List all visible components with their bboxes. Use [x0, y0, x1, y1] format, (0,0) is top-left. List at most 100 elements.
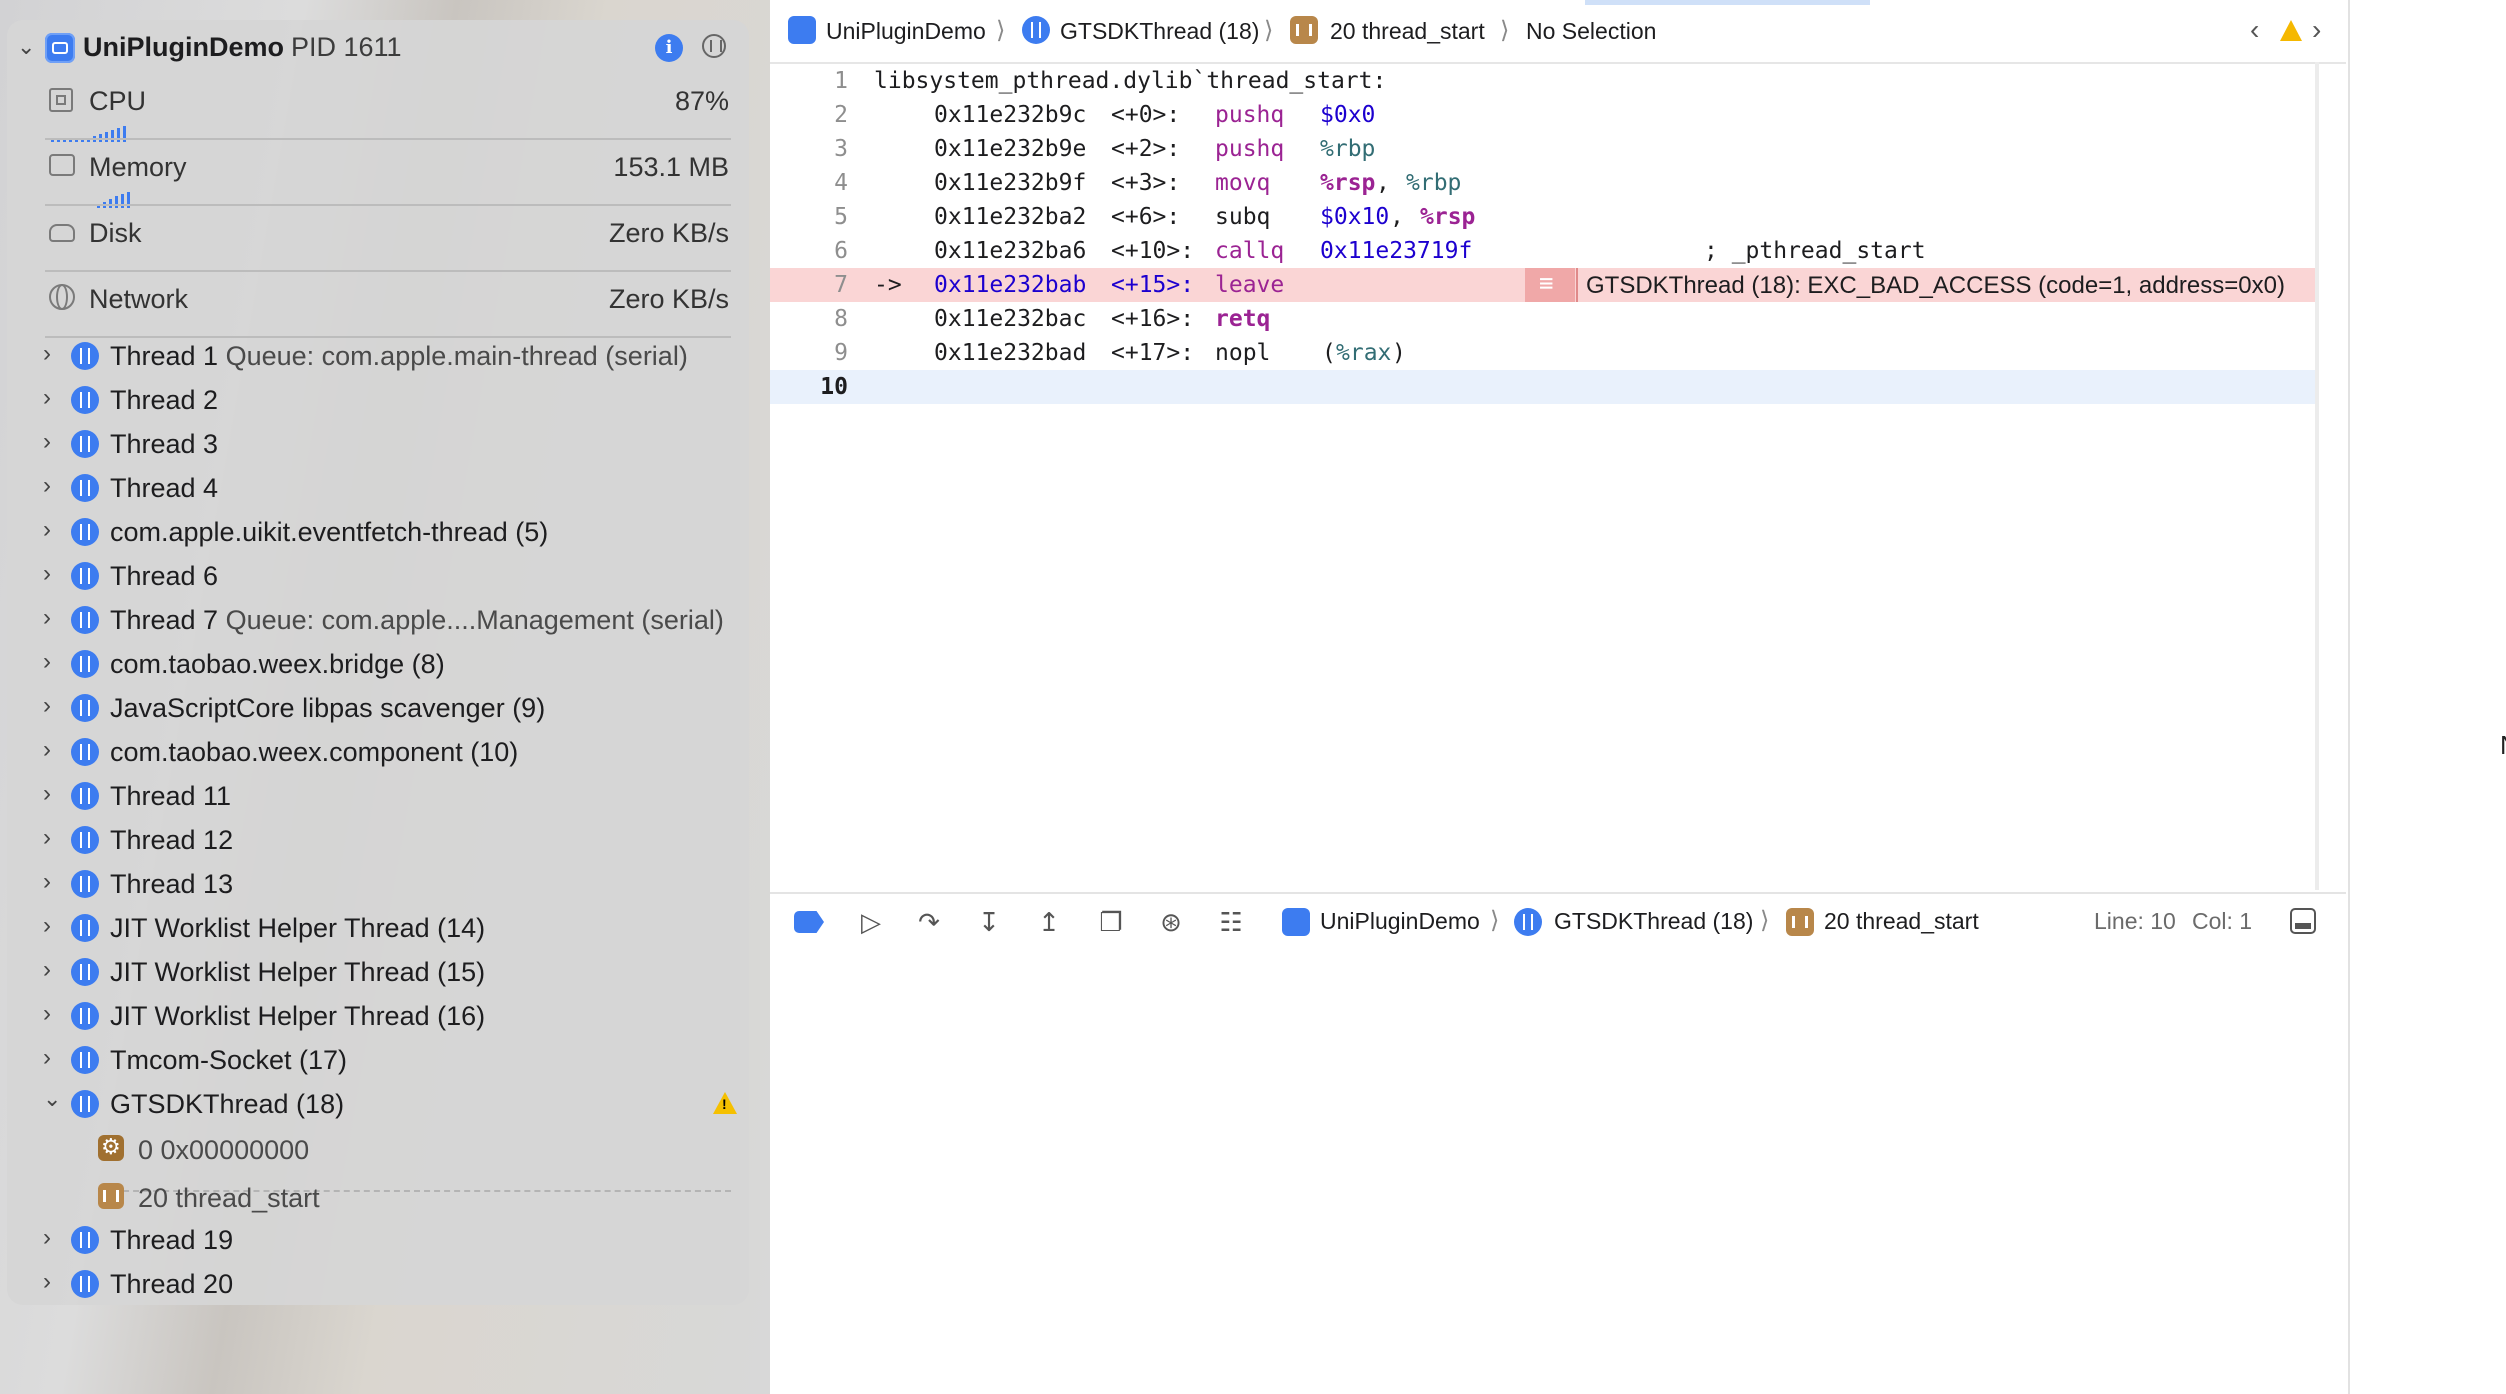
step-out-icon[interactable]: ↥ — [1034, 908, 1064, 936]
gauge-cpu[interactable]: CPU 87% — [27, 76, 749, 142]
thread-row[interactable]: › Thread 3 — [7, 422, 749, 466]
jumpbar-app[interactable]: UniPluginDemo — [826, 18, 986, 45]
thread-row[interactable]: › com.taobao.weex.bridge (8) — [7, 642, 749, 686]
debugbar-app[interactable]: UniPluginDemo — [1320, 908, 1480, 935]
info-icon[interactable]: i — [655, 34, 683, 62]
step-into-icon[interactable]: ↧ — [974, 908, 1004, 936]
thread-label: Thread 3 — [110, 429, 219, 459]
chevron-right-icon[interactable]: › — [43, 692, 51, 720]
library-icon — [1290, 16, 1318, 44]
thread-icon — [71, 1002, 99, 1030]
jumpbar-thread[interactable]: GTSDKThread (18) — [1060, 18, 1259, 45]
chevron-right-icon[interactable]: › — [43, 340, 51, 368]
instr-opcode: leave — [1215, 272, 1285, 298]
chevron-right-icon[interactable]: › — [43, 1268, 51, 1296]
thread-row[interactable]: › com.taobao.weex.component (10) — [7, 730, 749, 774]
process-name: UniPluginDemo — [83, 32, 284, 62]
chevron-right-icon[interactable]: › — [43, 824, 51, 852]
chevron-right-icon[interactable]: › — [43, 428, 51, 456]
thread-row[interactable]: › Thread 6 — [7, 554, 749, 598]
chevron-right-icon[interactable]: › — [43, 1224, 51, 1252]
thread-icon — [71, 826, 99, 854]
thread-icon — [71, 1270, 99, 1298]
gauge-memory[interactable]: Memory 153.1 MB — [27, 142, 749, 208]
thread-row[interactable]: › JIT Worklist Helper Thread (14) — [7, 906, 749, 950]
vertical-scrollbar[interactable] — [2315, 62, 2319, 890]
thread-row[interactable]: › JIT Worklist Helper Thread (15) — [7, 950, 749, 994]
chevron-down-icon[interactable]: ⌄ — [43, 1086, 61, 1112]
memory-graph-icon[interactable]: ⊛ — [1156, 908, 1186, 936]
process-pid: PID 1611 — [291, 32, 402, 62]
chevron-right-icon[interactable]: › — [43, 956, 51, 984]
gauge-disk[interactable]: Disk Zero KB/s — [27, 208, 749, 272]
chevron-right-icon[interactable]: › — [43, 780, 51, 808]
thread-icon — [71, 870, 99, 898]
chevron-left-icon[interactable]: ‹ — [2250, 14, 2259, 46]
chevron-right-icon[interactable]: › — [43, 516, 51, 544]
gear-icon — [98, 1134, 124, 1161]
chevron-right-icon[interactable]: › — [43, 472, 51, 500]
thread-row[interactable]: › Thread 19 — [7, 1218, 749, 1262]
thread-row[interactable]: › Tmcom-Socket (17) — [7, 1038, 749, 1082]
thread-row[interactable]: › Thread 13 — [7, 862, 749, 906]
warning-icon[interactable] — [2280, 20, 2302, 41]
chevron-right-icon[interactable]: › — [43, 1044, 51, 1072]
toggle-console-icon[interactable] — [2290, 908, 2316, 934]
breakpoints-toggle-icon[interactable] — [794, 911, 824, 933]
chevron-right-icon[interactable]: › — [43, 648, 51, 676]
thread-row[interactable]: › Thread 7 Queue: com.apple....Managemen… — [7, 598, 749, 642]
threads-icon[interactable] — [702, 34, 726, 58]
line-number: 3 — [834, 136, 848, 162]
thread-row[interactable]: › JavaScriptCore libpas scavenger (9) — [7, 686, 749, 730]
thread-row[interactable]: › Thread 4 — [7, 466, 749, 510]
chevron-right-icon[interactable]: › — [2312, 14, 2321, 46]
chevron-right-icon: ⟩ — [1500, 17, 1510, 44]
console-area[interactable] — [770, 950, 2346, 1394]
line-number: 4 — [834, 170, 848, 196]
thread-icon — [71, 430, 99, 458]
chevron-right-icon[interactable]: › — [43, 560, 51, 588]
thread-queue: Queue: com.apple.main-thread (serial) — [225, 341, 688, 371]
debugbar-frame[interactable]: 20 thread_start — [1824, 908, 1979, 935]
thread-label: Thread 20 — [110, 1269, 234, 1299]
step-over-icon[interactable]: ↷ — [914, 908, 944, 936]
disassembly-view[interactable]: 1 libsystem_pthread.dylib`thread_start: … — [770, 62, 2315, 892]
code-line: 3 0x11e232b9e <+2>: pushq %rbp — [770, 132, 2315, 166]
thread-row[interactable]: › com.apple.uikit.eventfetch-thread (5) — [7, 510, 749, 554]
chevron-right-icon[interactable]: › — [43, 868, 51, 896]
thread-row[interactable]: › Thread 12 — [7, 818, 749, 862]
jumpbar-frame[interactable]: 20 thread_start — [1330, 18, 1485, 45]
thread-label: Thread 12 — [110, 825, 234, 855]
chevron-right-icon[interactable]: › — [43, 912, 51, 940]
jumpbar-selection[interactable]: No Selection — [1526, 18, 1656, 45]
thread-icon — [71, 650, 99, 678]
gauge-network[interactable]: Network Zero KB/s — [27, 274, 749, 338]
thread-icon — [1514, 908, 1542, 936]
chevron-down-icon[interactable]: ⌄ — [17, 34, 35, 60]
thread-row-expanded[interactable]: ⌄ GTSDKThread (18) — [7, 1082, 749, 1126]
thread-row[interactable]: › Thread 20 — [7, 1262, 749, 1305]
error-badge-icon[interactable] — [1525, 268, 1575, 302]
stack-frame-row[interactable]: 0 0x00000000 — [7, 1126, 749, 1172]
thread-label: Thread 6 — [110, 561, 219, 591]
instr-comma: , — [1376, 170, 1390, 196]
thread-queue: Queue: com.apple....Management (serial) — [225, 605, 724, 635]
view-hierarchy-icon[interactable]: ❐ — [1096, 908, 1126, 936]
chevron-right-icon[interactable]: › — [43, 1000, 51, 1028]
debugbar-thread[interactable]: GTSDKThread (18) — [1554, 908, 1753, 935]
environment-overrides-icon[interactable]: ☷ — [1216, 908, 1246, 936]
chevron-right-icon: ⟩ — [1264, 17, 1274, 44]
thread-row[interactable]: › Thread 1 Queue: com.apple.main-thread … — [7, 334, 749, 378]
thread-row[interactable]: › JIT Worklist Helper Thread (16) — [7, 994, 749, 1038]
chevron-right-icon[interactable]: › — [43, 736, 51, 764]
thread-row[interactable]: › Thread 11 — [7, 774, 749, 818]
process-row[interactable]: ⌄ UniPluginDemo PID 1611 i — [7, 20, 749, 76]
editor-area: UniPluginDemo ⟩ GTSDKThread (18) ⟩ 20 th… — [770, 0, 2346, 1394]
continue-icon[interactable]: ▷ — [854, 908, 888, 936]
chevron-right-icon[interactable]: › — [43, 384, 51, 412]
stack-frame-row[interactable]: 20 thread_start — [7, 1174, 749, 1220]
instr-offset: <+2>: — [1111, 136, 1181, 162]
thread-label: JIT Worklist Helper Thread (14) — [110, 913, 486, 943]
thread-row[interactable]: › Thread 2 — [7, 378, 749, 422]
chevron-right-icon[interactable]: › — [43, 604, 51, 632]
